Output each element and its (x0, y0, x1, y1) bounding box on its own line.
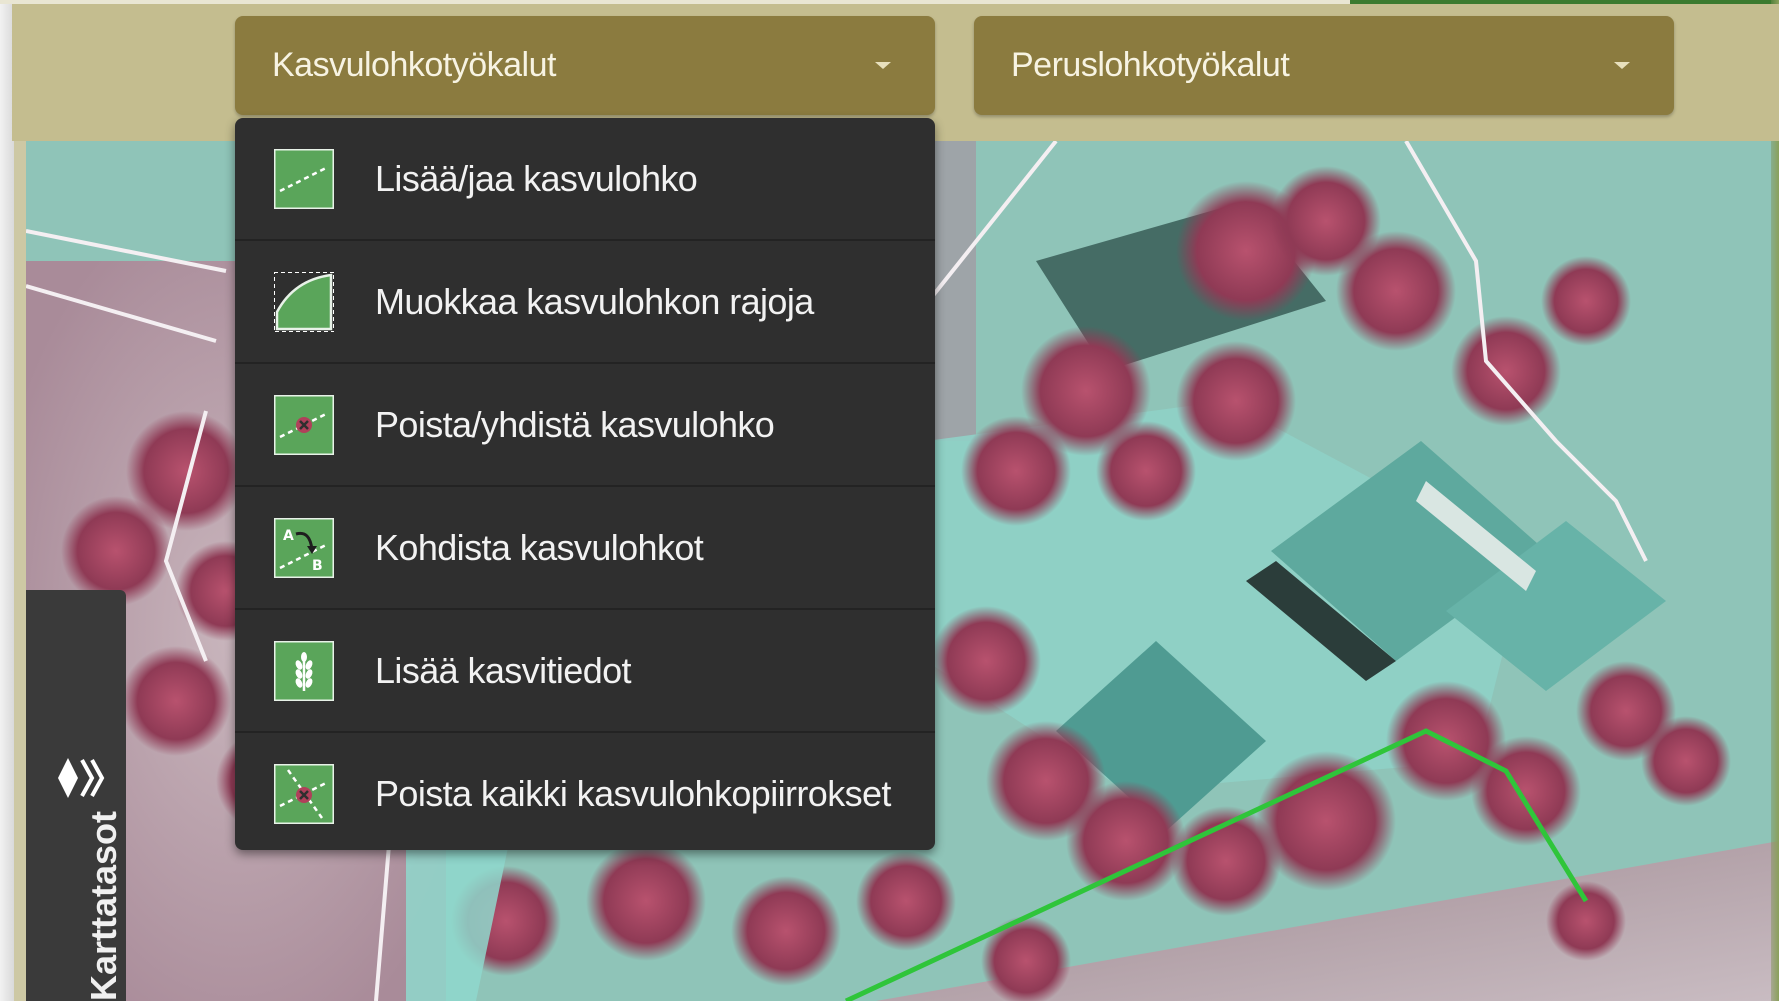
menu-item-edit-boundaries[interactable]: Muokkaa kasvulohkon rajoja (235, 241, 935, 362)
chevron-down-icon (875, 62, 891, 69)
menu-item-label: Poista kaikki kasvulohkopiirrokset (375, 773, 891, 814)
align-parcels-icon: A B (274, 518, 334, 578)
menu-item-delete-merge-parcel[interactable]: Poista/yhdistä kasvulohko (235, 364, 935, 485)
menu-item-delete-all-drawings[interactable]: Poista kaikki kasvulohkopiirrokset (235, 733, 935, 850)
layers-icon (58, 758, 105, 798)
menu-item-label: Lisää/jaa kasvulohko (375, 158, 698, 199)
menu-item-add-split-parcel[interactable]: Lisää/jaa kasvulohko (235, 118, 935, 239)
left-edge (0, 0, 14, 1001)
crop-parcel-tools-menu: Lisää/jaa kasvulohko Muokkaa kasvulohkon… (235, 118, 935, 850)
add-split-parcel-icon (274, 149, 334, 209)
menu-item-align-parcels[interactable]: A B Kohdista kasvulohkot (235, 487, 935, 608)
menu-item-label: Kohdista kasvulohkot (375, 527, 704, 568)
right-edge (1771, 0, 1779, 1001)
dropdown-label: Peruslohkotyökalut (1011, 46, 1290, 84)
base-parcel-tools-dropdown[interactable]: Peruslohkotyökalut (974, 16, 1674, 115)
svg-text:B: B (312, 558, 323, 574)
crop-info-icon (274, 641, 334, 701)
crop-parcel-tools-dropdown[interactable]: Kasvulohkotyökalut (235, 16, 935, 115)
menu-item-label: Poista/yhdistä kasvulohko (375, 404, 775, 445)
menu-item-label: Muokkaa kasvulohkon rajoja (375, 281, 814, 322)
menu-item-crop-info[interactable]: Lisää kasvitiedot (235, 610, 935, 731)
map-layers-label: Karttatasot (83, 810, 124, 1001)
delete-all-drawings-icon (274, 764, 334, 824)
chevron-down-icon (1614, 62, 1630, 69)
edit-boundaries-icon (274, 272, 334, 332)
map-layers-panel[interactable]: Karttatasot (26, 590, 126, 1001)
menu-item-label: Lisää kasvitiedot (375, 650, 632, 691)
delete-merge-parcel-icon (274, 395, 334, 455)
dropdown-label: Kasvulohkotyökalut (272, 46, 556, 84)
svg-text:A: A (283, 528, 294, 544)
